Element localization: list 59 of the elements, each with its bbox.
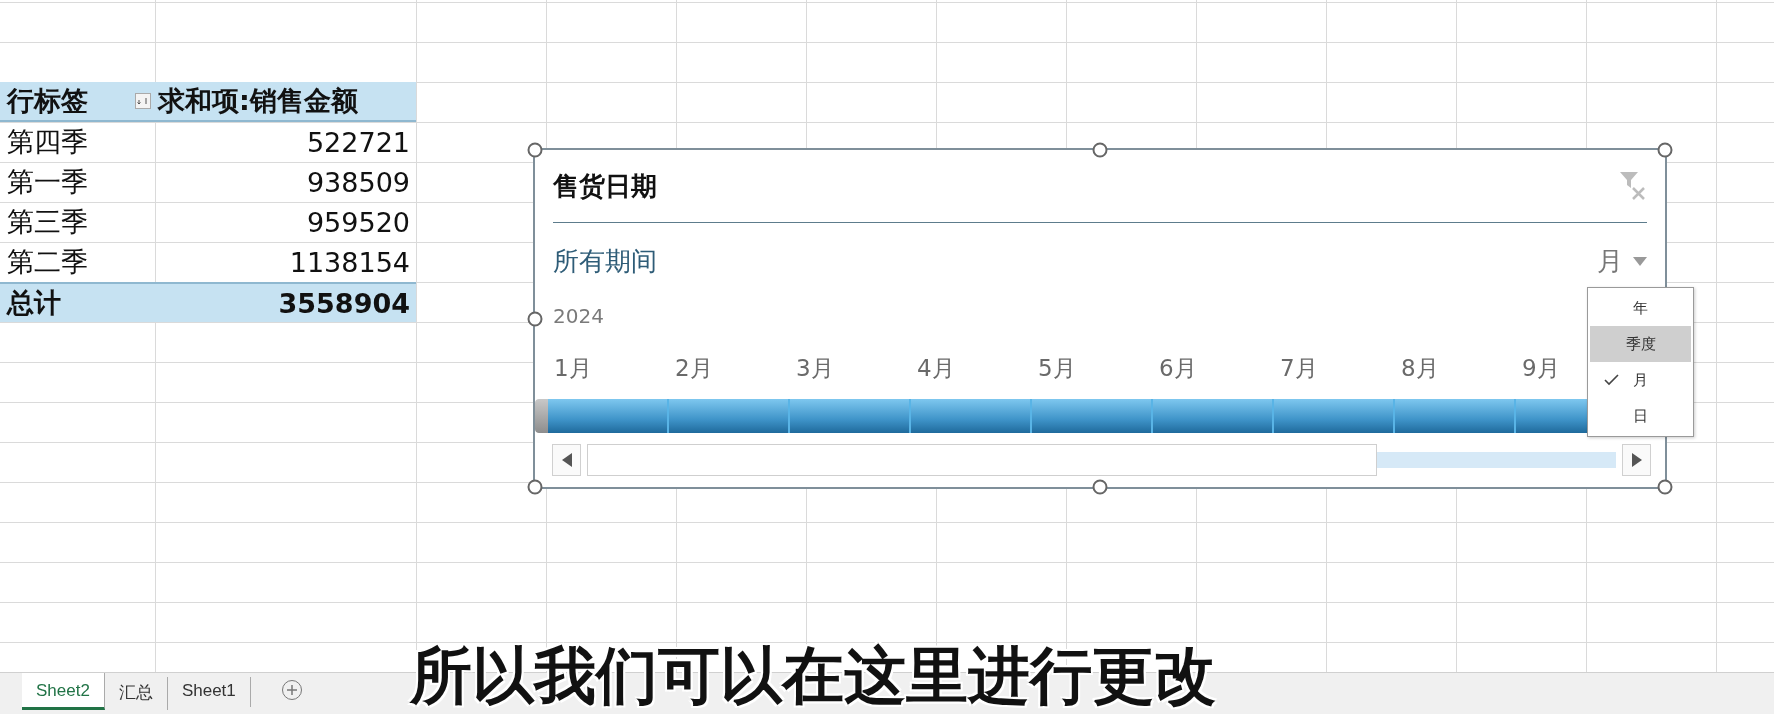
month-tile[interactable]: [669, 399, 790, 433]
row-label: 第一季: [7, 165, 88, 199]
month-label: 4月: [917, 354, 955, 381]
month-label: 8月: [1401, 354, 1439, 381]
timeline-title: 售货日期: [553, 169, 657, 203]
range-handle[interactable]: [535, 399, 548, 433]
sort-filter-icon[interactable]: [135, 93, 151, 109]
month-tile[interactable]: [911, 399, 1032, 433]
resize-handle[interactable]: [1092, 142, 1108, 158]
table-cell: 959520: [306, 206, 410, 238]
scroll-thumb[interactable]: [587, 444, 1377, 476]
month-label: 9月: [1522, 354, 1560, 381]
period-label: 所有期间: [553, 244, 657, 278]
table-cell: 1138154: [289, 246, 410, 278]
resize-handle[interactable]: [527, 479, 543, 495]
clear-filter-icon[interactable]: [1619, 171, 1647, 201]
sheet-tab[interactable]: Sheet2: [22, 673, 105, 710]
month-label: 6月: [1159, 354, 1197, 381]
video-subtitle: 所以我们可以在这里进行更改: [410, 639, 1216, 712]
row-label: 第二季: [7, 245, 88, 279]
month-tile[interactable]: [1032, 399, 1153, 433]
total-value: 3558904: [278, 287, 410, 319]
time-level-dropdown[interactable]: 月: [1597, 243, 1647, 279]
column-header: 求和项:销售金额: [156, 84, 359, 118]
menu-item[interactable]: 季度: [1590, 326, 1691, 362]
scroll-track[interactable]: [1377, 452, 1616, 468]
sheet-tab[interactable]: 汇总: [104, 677, 168, 710]
month-tile[interactable]: [1274, 399, 1395, 433]
menu-item[interactable]: 月: [1590, 362, 1691, 398]
right-arrow-icon: [1631, 453, 1642, 467]
month-label: 1月: [554, 354, 592, 381]
year-label: 2024: [553, 304, 604, 328]
sheet-tab[interactable]: Sheet1: [167, 677, 251, 707]
row-label: 第三季: [7, 205, 88, 239]
resize-handle[interactable]: [1657, 142, 1673, 158]
month-tile[interactable]: [1395, 399, 1516, 433]
resize-handle[interactable]: [527, 142, 543, 158]
column-header: 行标签: [7, 84, 88, 118]
resize-handle[interactable]: [1657, 479, 1673, 495]
resize-handle[interactable]: [527, 311, 543, 326]
scroll-right-button[interactable]: [1622, 444, 1651, 476]
row-label: 第四季: [7, 125, 88, 159]
caret-icon: [1633, 256, 1647, 266]
menu-item[interactable]: 日: [1590, 398, 1691, 434]
scroll-left-button[interactable]: [552, 444, 581, 476]
month-tile[interactable]: [790, 399, 911, 433]
month-label: 7月: [1280, 354, 1318, 381]
resize-handle[interactable]: [1092, 479, 1108, 495]
month-tile[interactable]: [1153, 399, 1274, 433]
table-cell: 522721: [306, 126, 410, 158]
month-label: 2月: [675, 354, 713, 381]
left-arrow-icon: [561, 453, 572, 467]
month-label: 3月: [796, 354, 834, 381]
table-cell: 938509: [306, 166, 410, 198]
menu-item[interactable]: 年: [1590, 290, 1691, 326]
month-tile[interactable]: [548, 399, 669, 433]
add-sheet-icon[interactable]: [280, 679, 303, 701]
month-label: 5月: [1038, 354, 1076, 381]
total-label: 总计: [7, 286, 61, 320]
